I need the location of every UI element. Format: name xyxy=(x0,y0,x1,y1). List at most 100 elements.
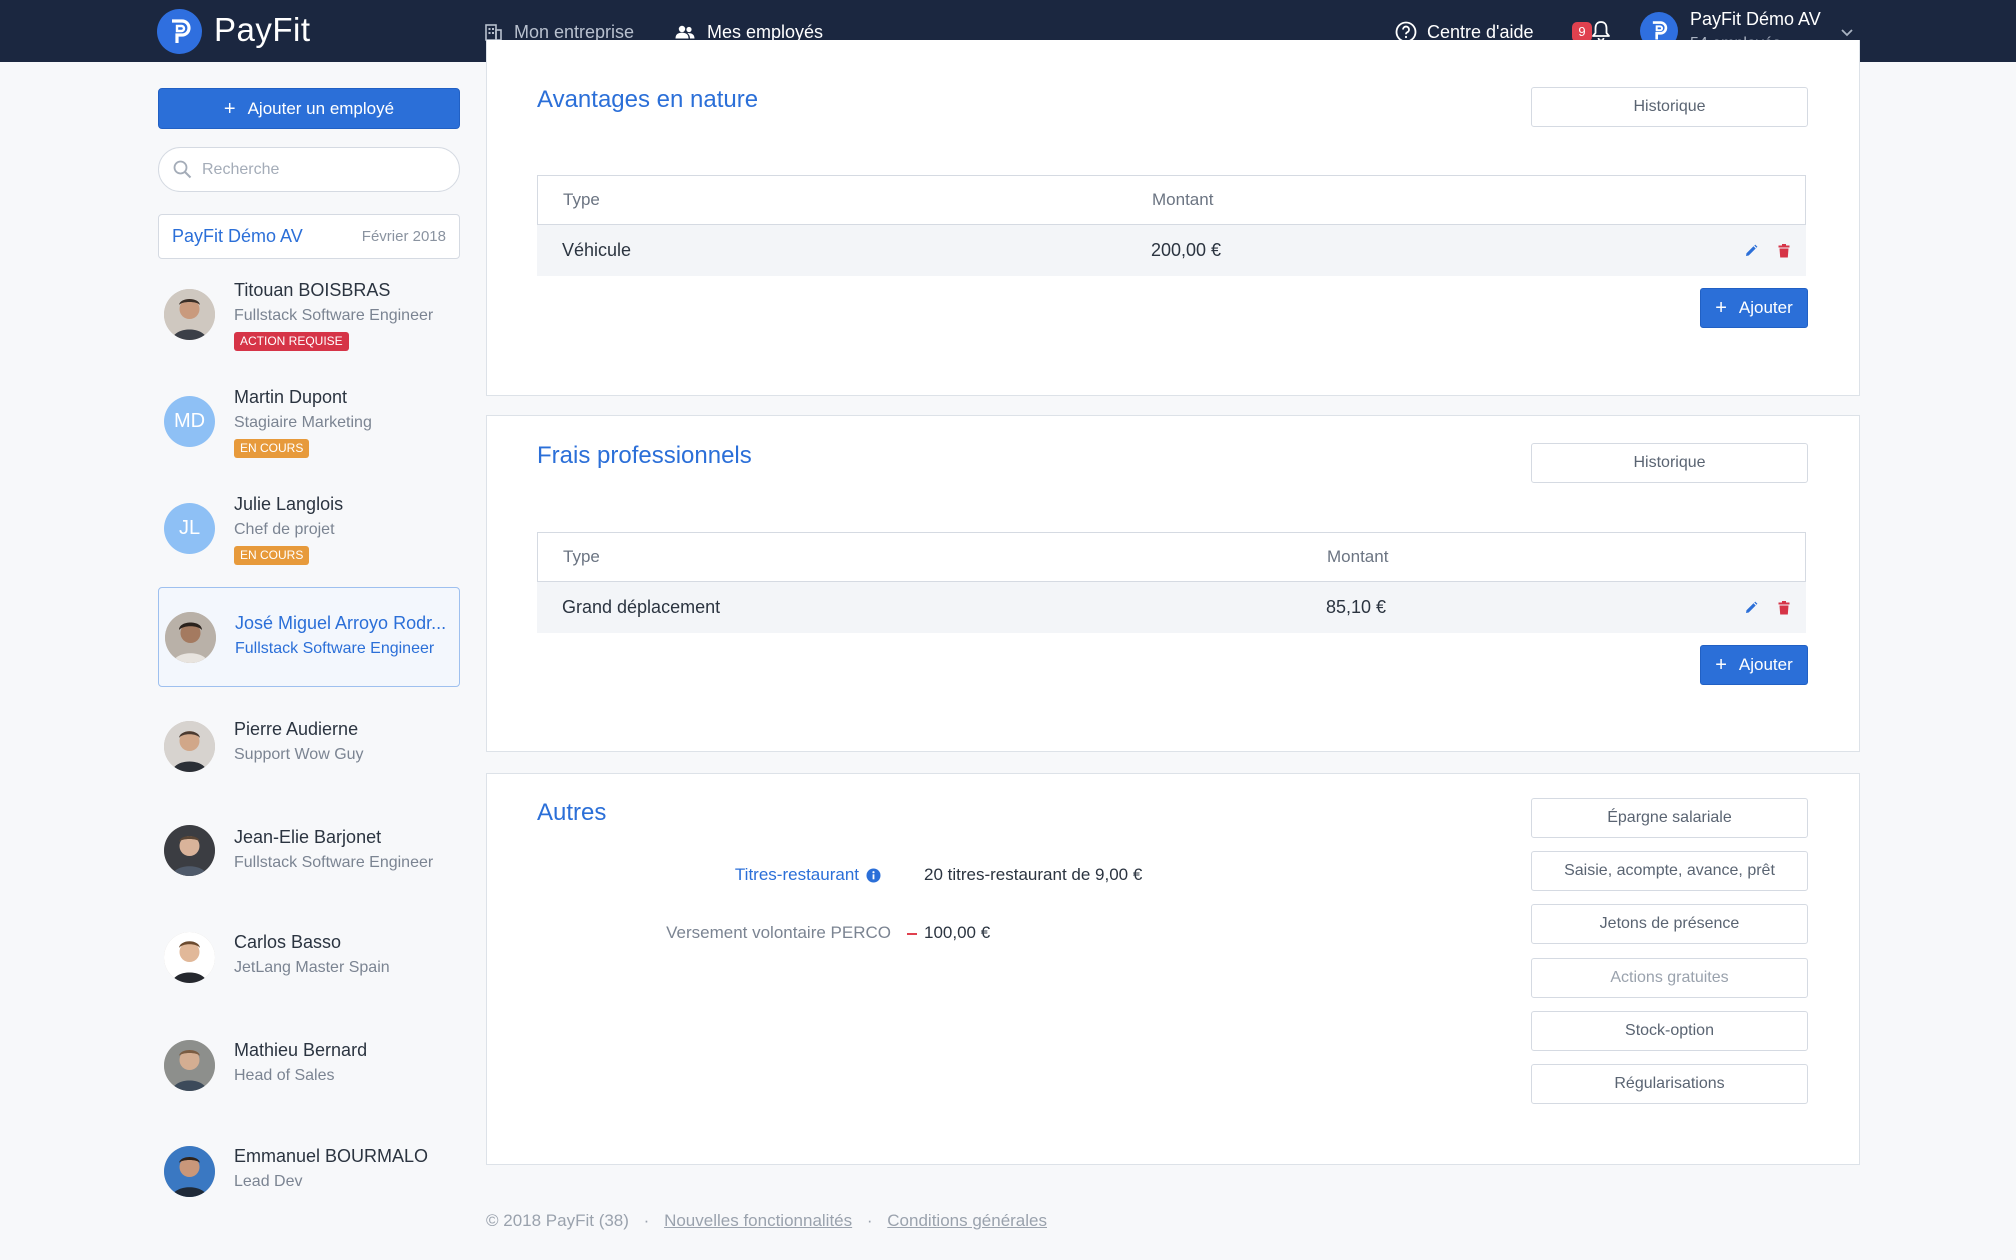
pay-period: Février 2018 xyxy=(361,228,446,245)
table-row: Véhicule 200,00 € xyxy=(537,225,1806,276)
employee-item[interactable]: Titouan BOISBRAS Fullstack Software Engi… xyxy=(158,270,460,370)
payfit-logo-icon[interactable] xyxy=(157,9,202,54)
info-icon[interactable] xyxy=(866,868,881,888)
employee-item[interactable]: Emmanuel BOURMALO Lead Dev xyxy=(158,1126,460,1226)
users-icon xyxy=(675,25,695,39)
employee-name: Carlos Basso xyxy=(234,932,342,952)
search-icon xyxy=(173,160,192,179)
employee-role: Fullstack Software Engineer xyxy=(234,307,434,324)
footer: © 2018 PayFit (38) · Nouvelles fonctionn… xyxy=(486,1211,1047,1231)
plus-icon: + xyxy=(1715,297,1727,319)
search-box[interactable] xyxy=(158,147,460,192)
add-employee-label: Ajouter un employé xyxy=(247,98,395,118)
employee-role: Lead Dev xyxy=(234,1173,303,1190)
add-label: Ajouter xyxy=(1738,655,1793,674)
free-shares-button[interactable]: Actions gratuites xyxy=(1531,958,1808,998)
panel-title: Avantages en nature xyxy=(537,86,759,113)
employee-name: Mathieu Bernard xyxy=(234,1040,368,1060)
status-badge: EN COURS xyxy=(234,439,310,458)
perco-value: 100,00 € xyxy=(924,923,991,942)
avatar: MD xyxy=(164,396,215,447)
separator: · xyxy=(866,1211,873,1230)
employee-role: Stagiaire Marketing xyxy=(234,414,372,431)
account-name[interactable]: PayFit Démo AV xyxy=(1690,9,1821,30)
add-label: Ajouter xyxy=(1738,298,1793,317)
table-header: Type Montant xyxy=(537,175,1806,225)
delete-trash-icon[interactable] xyxy=(1778,600,1790,615)
employee-item[interactable]: Mathieu Bernard Head of Sales xyxy=(158,1020,460,1120)
plus-icon: + xyxy=(1715,654,1727,676)
employee-item[interactable]: MD Martin Dupont Stagiaire Marketing EN … xyxy=(158,377,460,477)
employee-name: Martin Dupont xyxy=(234,387,348,407)
employee-role: Chef de projet xyxy=(234,521,335,538)
professional-expenses-panel: Frais professionnels Historique Type Mon… xyxy=(486,415,1860,752)
employee-role: Fullstack Software Engineer xyxy=(235,640,435,657)
avatar xyxy=(164,825,215,876)
history-button[interactable]: Historique xyxy=(1531,87,1808,127)
avatar xyxy=(164,721,215,772)
adjustments-button[interactable]: Régularisations xyxy=(1531,1064,1808,1104)
add-expense-button[interactable]: + Ajouter xyxy=(1700,645,1808,685)
add-benefit-button[interactable]: + Ajouter xyxy=(1700,288,1808,328)
status-badge: EN COURS xyxy=(234,546,310,565)
avatar xyxy=(164,289,215,340)
search-input[interactable] xyxy=(202,160,442,179)
brand-name[interactable]: PayFit xyxy=(214,11,311,49)
employee-name: José Miguel Arroyo Rodr... xyxy=(235,613,447,633)
edit-pencil-icon[interactable] xyxy=(1744,601,1758,615)
history-button[interactable]: Historique xyxy=(1531,443,1808,483)
terms-link[interactable]: Conditions générales xyxy=(887,1211,1047,1230)
employee-role: JetLang Master Spain xyxy=(234,959,390,976)
perco-label: Versement volontaire PERCO xyxy=(666,923,891,942)
employee-item[interactable]: JL Julie Langlois Chef de projet EN COUR… xyxy=(158,484,460,584)
row-type: Grand déplacement xyxy=(562,597,721,617)
edit-pencil-icon[interactable] xyxy=(1744,244,1758,258)
column-header-amount: Montant xyxy=(1327,547,1389,566)
employee-name: Titouan BOISBRAS xyxy=(234,280,391,300)
column-header-type: Type xyxy=(563,190,600,209)
employee-item[interactable]: Pierre Audierne Support Wow Guy xyxy=(158,697,460,797)
employee-savings-button[interactable]: Épargne salariale xyxy=(1531,798,1808,838)
table-header: Type Montant xyxy=(537,532,1806,582)
avatar xyxy=(164,932,215,983)
others-panel: Autres Titres-restaurant 20 titres-resta… xyxy=(486,773,1860,1165)
add-employee-button[interactable]: + Ajouter un employé xyxy=(158,88,460,129)
employee-role: Head of Sales xyxy=(234,1067,335,1084)
avatar: JL xyxy=(164,503,215,554)
copyright: © 2018 PayFit (38) xyxy=(486,1211,629,1230)
avatar xyxy=(164,1146,215,1197)
seizure-advance-loan-button[interactable]: Saisie, acompte, avance, prêt xyxy=(1531,851,1808,891)
building-icon xyxy=(485,23,502,41)
meal-vouchers-link[interactable]: Titres-restaurant xyxy=(735,865,859,885)
avatar xyxy=(165,612,216,663)
new-features-link[interactable]: Nouvelles fonctionnalités xyxy=(664,1211,852,1230)
panel-title: Autres xyxy=(537,799,607,826)
column-header-amount: Montant xyxy=(1152,190,1214,209)
panel-title: Frais professionnels xyxy=(537,442,752,469)
employee-name: Julie Langlois xyxy=(234,494,344,514)
benefits-table: Type Montant Véhicule 200,00 € xyxy=(537,175,1806,276)
plus-icon: + xyxy=(223,97,236,120)
meal-vouchers-value: 20 titres-restaurant de 9,00 € xyxy=(924,865,1143,884)
table-row: Grand déplacement 85,10 € xyxy=(537,582,1806,633)
company-selector[interactable]: PayFit Démo AV Février 2018 xyxy=(158,214,460,259)
employee-name: Jean-Elie Barjonet xyxy=(234,827,382,847)
employee-name: Pierre Audierne xyxy=(234,719,359,739)
status-badge: ACTION REQUISE xyxy=(234,332,349,351)
attendance-tokens-button[interactable]: Jetons de présence xyxy=(1531,904,1808,944)
separator: · xyxy=(643,1211,650,1230)
row-amount: 85,10 € xyxy=(1326,597,1387,617)
employee-item[interactable]: Carlos Basso JetLang Master Spain xyxy=(158,912,460,1012)
employee-item[interactable]: Jean-Elie Barjonet Fullstack Software En… xyxy=(158,805,460,905)
expenses-table: Type Montant Grand déplacement 85,10 € xyxy=(537,532,1806,633)
stock-option-button[interactable]: Stock-option xyxy=(1531,1011,1808,1051)
avatar xyxy=(164,1040,215,1091)
notification-count-badge: 9 xyxy=(1572,22,1592,42)
payfit-logo-icon xyxy=(1652,21,1668,40)
employee-role: Fullstack Software Engineer xyxy=(234,854,434,871)
employee-role: Support Wow Guy xyxy=(234,746,364,763)
row-type: Véhicule xyxy=(562,240,632,260)
company-name: PayFit Démo AV xyxy=(172,226,303,246)
delete-trash-icon[interactable] xyxy=(1778,243,1790,258)
employee-item-selected[interactable]: José Miguel Arroyo Rodr... Fullstack Sof… xyxy=(158,587,460,687)
